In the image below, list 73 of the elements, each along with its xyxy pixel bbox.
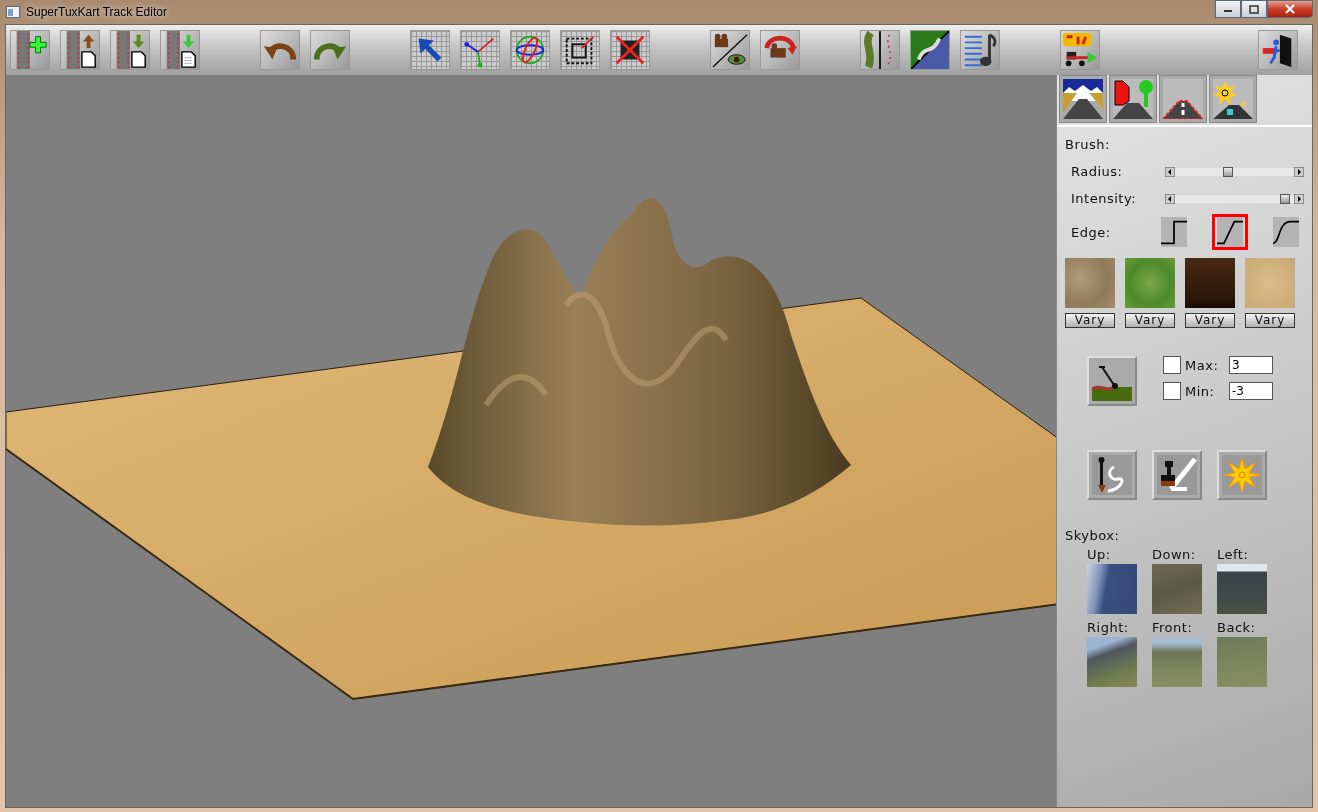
minimize-button[interactable] [1215,0,1241,18]
grass-texture-swatch[interactable] [1125,258,1175,308]
linear-edge-button[interactable] [1212,214,1248,250]
slider-thumb[interactable] [1222,166,1233,177]
app-icon [6,6,20,18]
scale-box-button[interactable] [560,30,600,70]
maximize-icon [1249,4,1259,14]
limit-label: Max: [1185,357,1220,373]
camera-rotate-button[interactable] [760,30,800,70]
edge-label: Edge: [1071,224,1112,240]
close-icon [1284,4,1296,14]
vary-button[interactable]: Vary [1125,313,1175,328]
upload-file-button[interactable] [60,30,100,70]
slider-thumb[interactable] [1279,193,1290,204]
slider-track[interactable] [1164,193,1304,204]
photo-placeholder[interactable] [1217,564,1267,614]
brush-label: Brush: [1065,137,1111,152]
maximize-button[interactable] [1241,0,1267,18]
limit-input[interactable]: -3 [1229,382,1273,400]
kart-icon [1061,31,1099,69]
close-button[interactable] [1267,0,1313,18]
checkbox[interactable] [1163,382,1181,400]
slider-track[interactable] [1164,166,1304,177]
select-arrow-button[interactable] [410,30,450,70]
photo-placeholder[interactable] [1087,564,1137,614]
limit-label: Min: [1185,383,1216,399]
left-arrow-icon[interactable] [1164,193,1175,204]
undo-button[interactable] [260,30,300,70]
left-arrow-icon[interactable] [1164,166,1175,177]
right-arrow-icon[interactable] [1294,193,1304,204]
vary-button[interactable]: Vary [1185,313,1235,328]
slider-label: Radius: [1071,164,1124,179]
right-arrow-icon[interactable] [1294,166,1304,177]
objects-tab[interactable] [1109,75,1157,123]
limit-input[interactable]: 3 [1229,356,1273,374]
skybox-face-label: Down: [1152,547,1197,562]
save-as-button[interactable] [160,30,200,70]
slider-label: Intensity: [1071,191,1138,206]
new-track-button[interactable] [10,30,50,70]
move-axes-button[interactable] [460,30,500,70]
3d-viewport[interactable] [6,75,1056,807]
skybox-label: Skybox: [1065,528,1121,543]
delete-button[interactable] [610,30,650,70]
scenery-tab[interactable] [1059,75,1107,123]
lighting-tab[interactable] [1209,75,1257,123]
road-path-button[interactable] [860,30,900,70]
music-list-button[interactable] [960,30,1000,70]
redo-button[interactable] [310,30,350,70]
vary-button[interactable]: Vary [1065,313,1115,328]
sand-texture-swatch[interactable] [1245,258,1295,308]
star-burst-button[interactable] [1217,450,1267,500]
checkbox[interactable] [1163,356,1181,374]
camera-view-button[interactable] [710,30,750,70]
camera-eye-icon [711,31,749,69]
skybox-face-label: Right: [1087,620,1130,635]
window-title: SuperTuxKart Track Editor [26,5,167,19]
dirt-texture-swatch[interactable] [1065,258,1115,308]
terrain-shovel-button[interactable] [1087,356,1137,406]
vary-button[interactable]: Vary [1245,313,1295,328]
skybox-face-label: Front: [1152,620,1194,635]
kart-test-button[interactable] [1060,30,1100,70]
mud-texture-swatch[interactable] [1185,258,1235,308]
photo-placeholder[interactable] [1087,637,1137,687]
skybox-face-label: Back: [1217,620,1257,635]
download-file-button[interactable] [110,30,150,70]
exit-button[interactable] [1258,30,1298,70]
skybox-face-label: Up: [1087,547,1112,562]
terrain-road-button[interactable] [910,30,950,70]
paint-brush-path-button[interactable] [1087,450,1137,500]
rotate-sphere-button[interactable] [510,30,550,70]
road-tab[interactable] [1159,75,1207,123]
skybox-face-label: Left: [1217,547,1250,562]
stamp-button[interactable] [1152,450,1202,500]
